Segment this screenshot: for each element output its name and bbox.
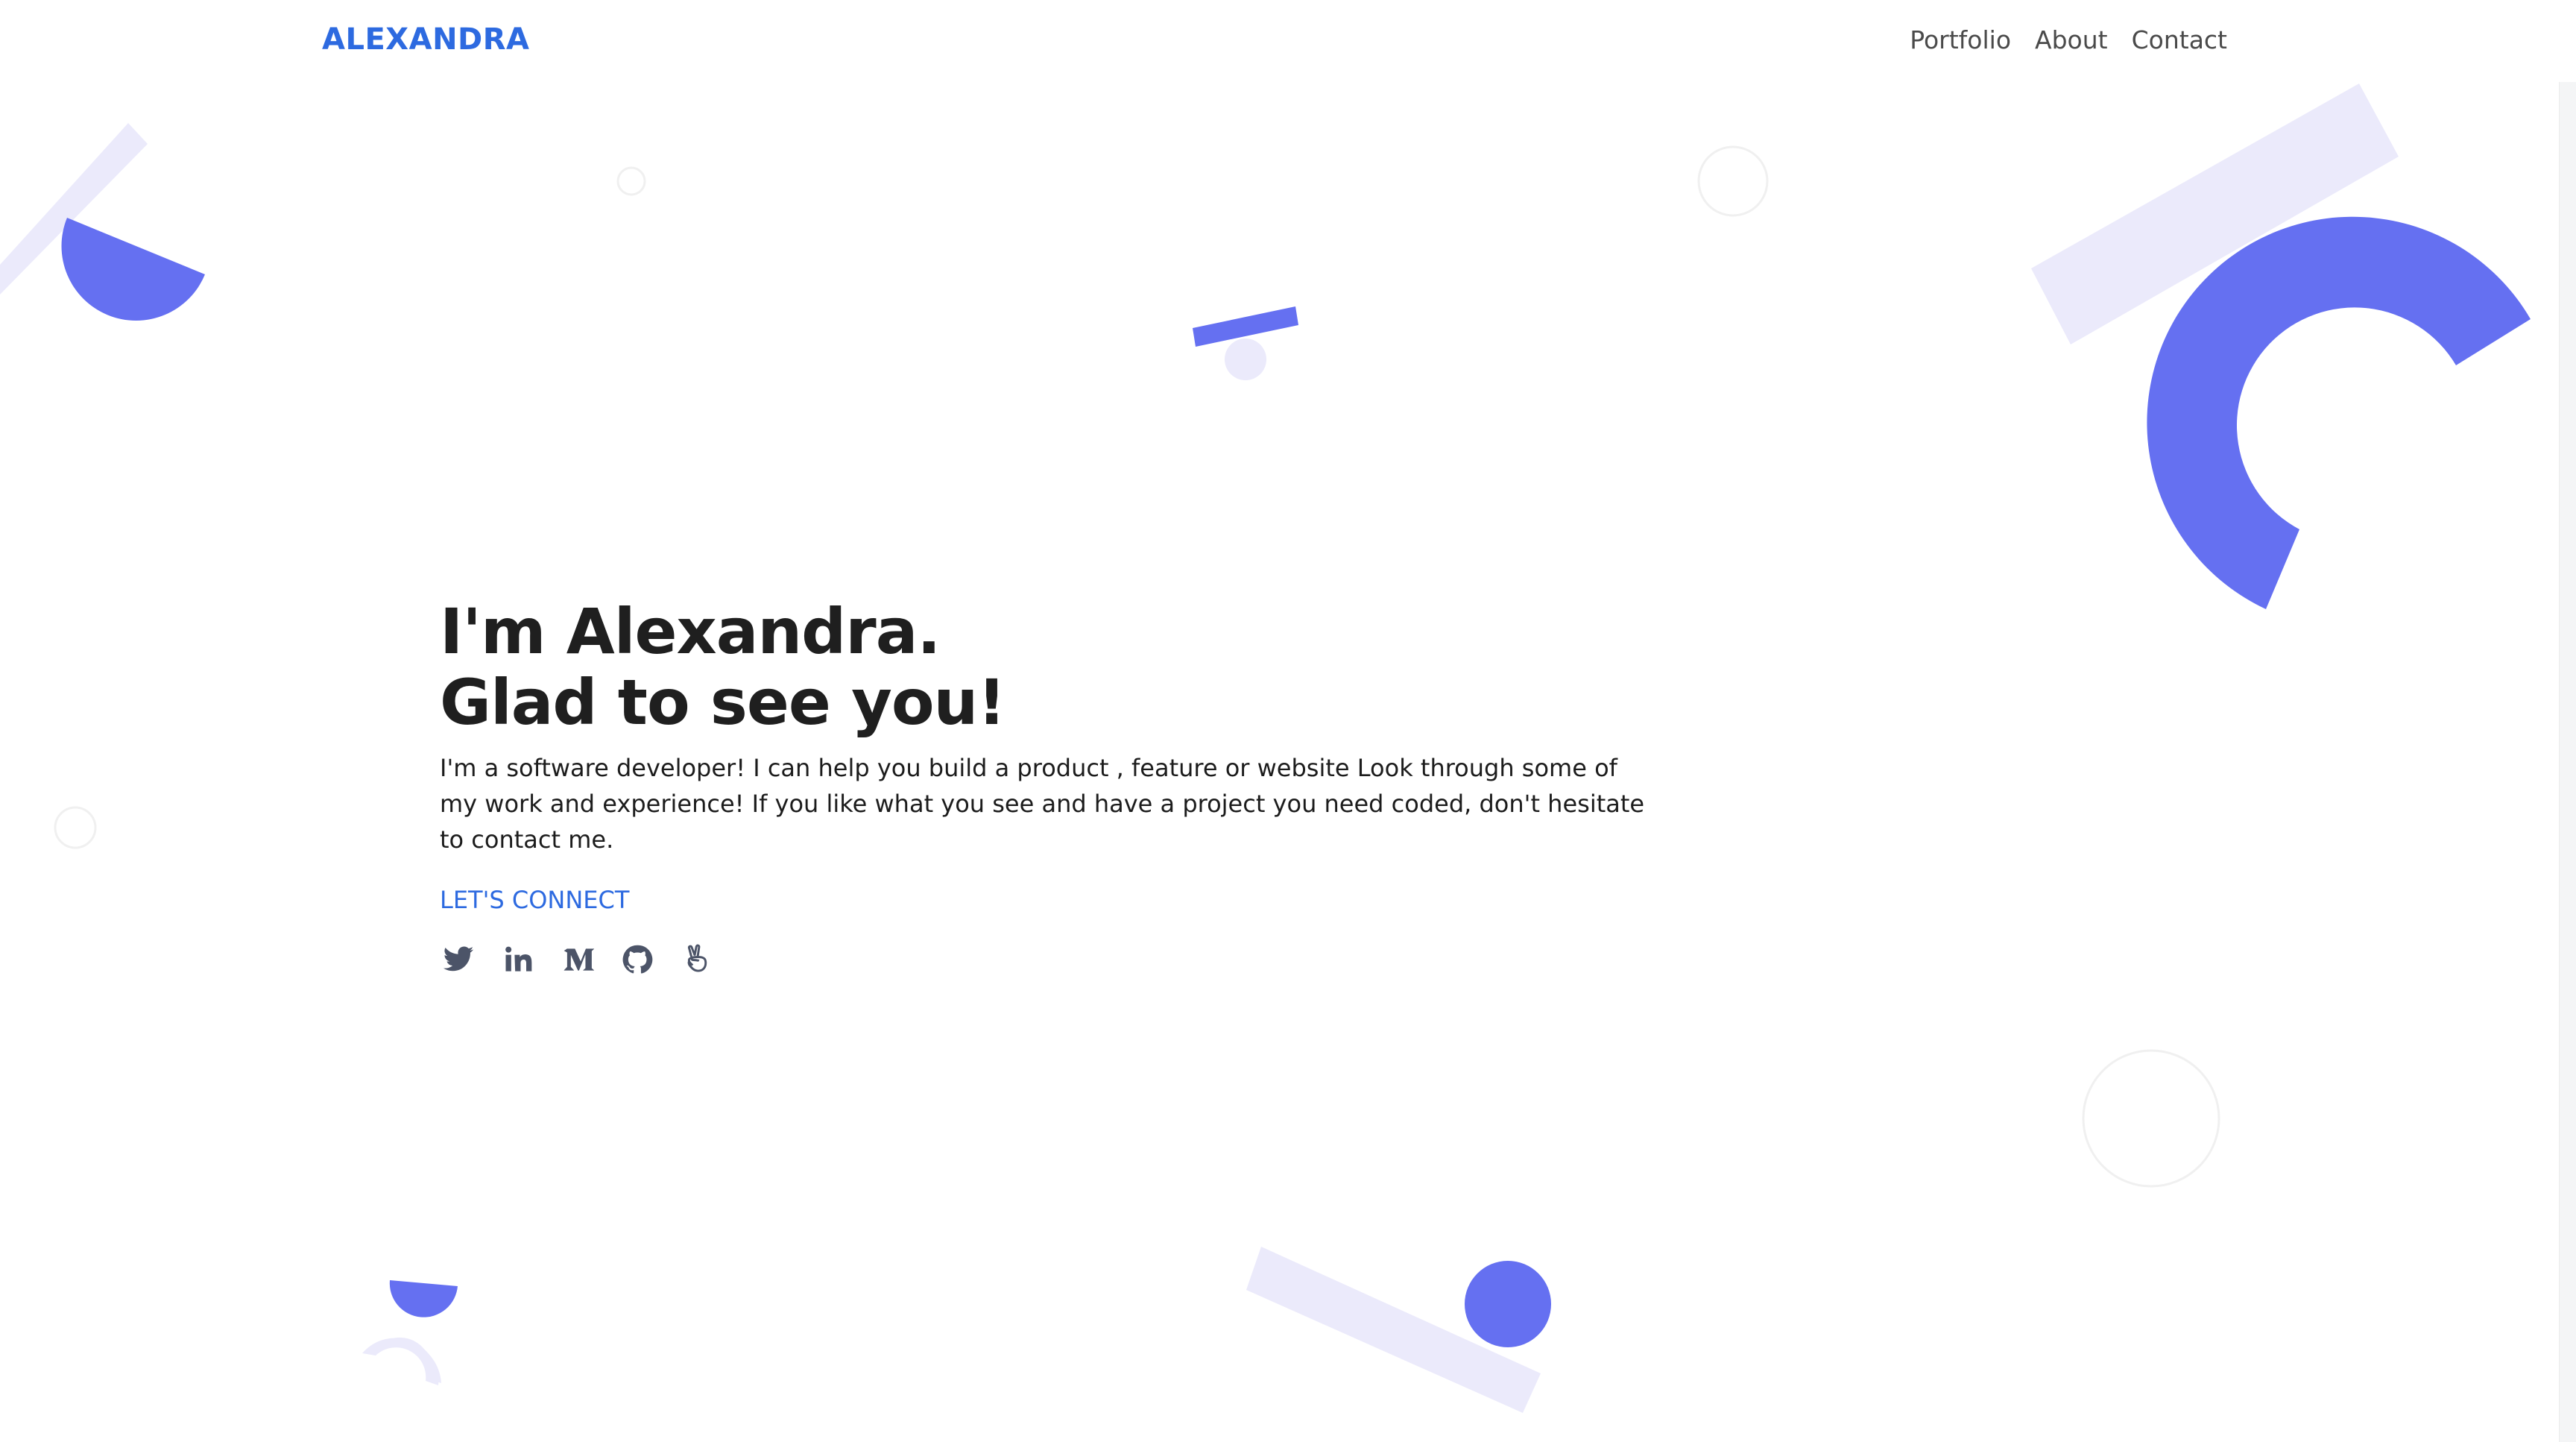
brand-logo[interactable]: ALEXANDRA: [322, 22, 530, 57]
hero-title: I'm Alexandra. Glad to see you!: [440, 596, 1707, 738]
lets-connect-link[interactable]: LET'S CONNECT: [440, 886, 629, 914]
top-navbar: ALEXANDRA Portfolio About Contact: [0, 0, 2561, 82]
small-dot-top-center: [1225, 339, 1266, 380]
outline-circle-left: [54, 806, 97, 849]
hero-description: I'm a software developer! I can help you…: [440, 754, 1645, 854]
ring-arc-top-right: [2147, 216, 2531, 610]
half-circle-bottom-left: [389, 1280, 458, 1317]
circle-bottom-center: [1465, 1261, 1551, 1347]
half-circle-top-left: [61, 218, 206, 321]
outline-circle-small: [616, 166, 646, 196]
linkedin-icon[interactable]: [499, 941, 537, 978]
outline-circle-top-center: [1697, 145, 1769, 217]
nav-link-about[interactable]: About: [2035, 25, 2108, 54]
scrollbar[interactable]: [2559, 82, 2576, 1442]
medium-icon[interactable]: [559, 941, 596, 978]
hero-title-line-1: I'm Alexandra.: [440, 595, 941, 668]
nav-link-portfolio[interactable]: Portfolio: [1910, 25, 2011, 54]
angellist-icon[interactable]: [678, 941, 716, 978]
nav-link-contact[interactable]: Contact: [2132, 25, 2227, 54]
social-links: [440, 941, 1707, 978]
ring-arc-bottom-left: [362, 1338, 439, 1385]
page-canvas: ALEXANDRA Portfolio About Contact I'm Al…: [0, 0, 2576, 1442]
nav-links: Portfolio About Contact: [1910, 25, 2227, 54]
hero-section: I'm Alexandra. Glad to see you! I'm a so…: [440, 596, 1707, 978]
outline-circle-bottom-right: [2082, 1049, 2220, 1188]
hero-title-line-2: Glad to see you!: [440, 666, 1006, 739]
github-icon[interactable]: [619, 941, 656, 978]
twitter-icon[interactable]: [440, 941, 477, 978]
